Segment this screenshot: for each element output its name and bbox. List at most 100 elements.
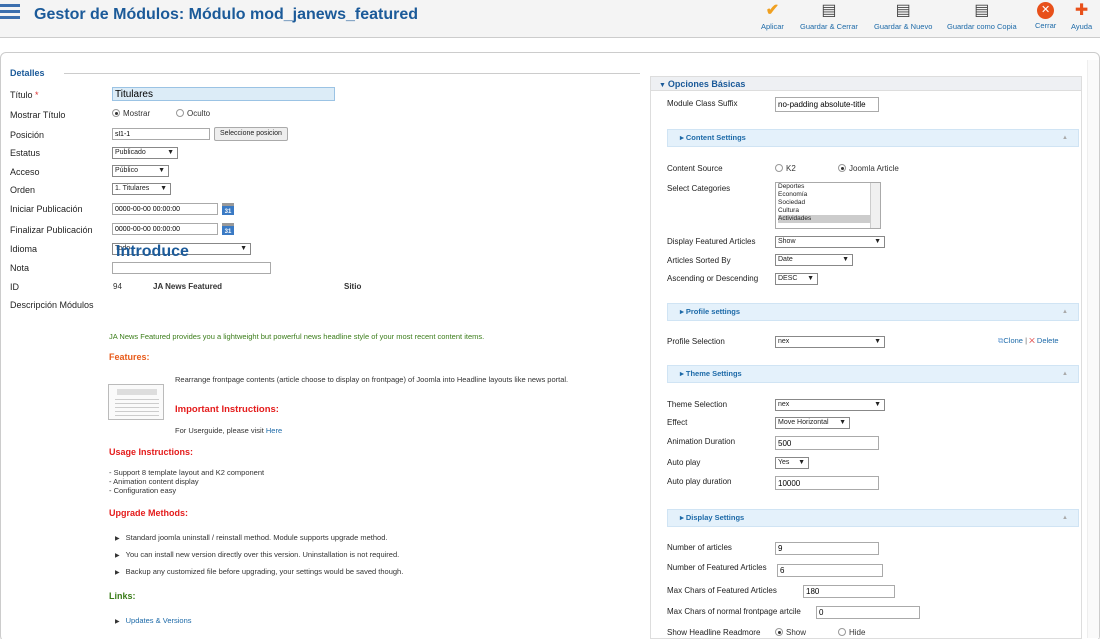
list-item[interactable]: Actividades: [778, 215, 880, 223]
theme-label: Theme Selection: [667, 400, 728, 409]
section-title: Profile settings: [685, 307, 741, 316]
publish-start-input[interactable]: [112, 203, 218, 215]
num-articles-input[interactable]: [775, 542, 879, 555]
updates-link[interactable]: Updates & Versions: [115, 616, 192, 625]
max-normal-input[interactable]: [816, 606, 920, 619]
text-line: [115, 407, 159, 408]
access-select[interactable]: Público ▼: [112, 165, 169, 177]
categories-listbox[interactable]: Deportes Economía Sociedad Cultura Activ…: [775, 182, 881, 229]
status-select[interactable]: Publicado ▼: [112, 147, 178, 159]
save-close-label: Guardar & Cerrar: [800, 22, 858, 31]
content-source-k2-radio[interactable]: K2: [775, 164, 796, 173]
readmore-show-radio[interactable]: Show: [775, 628, 806, 637]
note-input[interactable]: [112, 262, 271, 274]
sorted-by-select[interactable]: Date ▼: [775, 254, 853, 266]
clone-link[interactable]: Clone: [1003, 336, 1023, 345]
select-position-button[interactable]: Seleccione posicion: [214, 127, 288, 141]
save-close-button[interactable]: ▤ Guardar & Cerrar: [800, 2, 858, 31]
usage-item: - Support 8 template layout and K2 compo…: [109, 468, 265, 477]
page-scrollbar[interactable]: [1087, 60, 1099, 638]
section-title: Display Settings: [685, 513, 745, 522]
caret-down-icon: ▼: [160, 185, 167, 192]
content-source-joomla-radio[interactable]: Joomla Article: [838, 164, 899, 173]
list-item[interactable]: Sociedad: [778, 199, 880, 207]
list-item[interactable]: Deportes: [778, 183, 880, 191]
calendar-icon[interactable]: 31: [222, 223, 234, 235]
display-settings-section[interactable]: ▸ Display Settings ▲: [667, 509, 1079, 527]
num-articles-label: Number of articles: [667, 543, 732, 552]
effect-label: Effect: [667, 418, 688, 427]
radio-icon: [112, 109, 120, 117]
show-title-label: Mostrar Título: [10, 110, 66, 120]
content-source-label: Content Source: [667, 164, 723, 173]
apply-button[interactable]: ✔ Aplicar: [761, 2, 784, 31]
radio-label: Hide: [849, 628, 866, 637]
features-heading: Features:: [109, 352, 150, 362]
autoplay-label: Auto play: [667, 458, 701, 467]
text-line: [115, 399, 159, 400]
select-value: Move Horizontal: [778, 419, 829, 426]
theme-select[interactable]: nex ▼: [775, 399, 885, 411]
readmore-hide-radio[interactable]: Hide: [838, 628, 865, 637]
publish-end-input[interactable]: [112, 223, 218, 235]
list-item[interactable]: Cultura: [778, 207, 880, 215]
select-value: DESC: [778, 275, 798, 282]
theme-settings-section[interactable]: ▸ Theme Settings ▲: [667, 365, 1079, 383]
delete-link[interactable]: Delete: [1037, 336, 1059, 345]
show-title-radio-hide[interactable]: Oculto: [176, 109, 210, 118]
autoplay-select[interactable]: Yes ▼: [775, 457, 809, 469]
effect-select[interactable]: Move Horizontal ▼: [775, 417, 850, 429]
close-button[interactable]: ✕ Cerrar: [1035, 2, 1056, 30]
asc-desc-label: Ascending or Descending: [667, 274, 759, 283]
text-line: [115, 403, 159, 404]
show-title-radio-show[interactable]: Mostrar: [112, 109, 150, 118]
order-select[interactable]: 1. Titulares ▼: [112, 183, 171, 195]
profile-settings-section[interactable]: ▸ Profile settings ▲: [667, 303, 1079, 321]
sorted-by-label: Articles Sorted By: [667, 256, 731, 265]
collapse-icon: ▲: [1062, 309, 1068, 315]
scrollbar[interactable]: [870, 183, 880, 228]
calendar-icon[interactable]: 31: [222, 203, 234, 215]
content-settings-section[interactable]: ▸ Content Settings ▲: [667, 129, 1079, 147]
site-label: Sitio: [344, 282, 362, 291]
help-button[interactable]: ✚ Ayuda: [1071, 2, 1092, 31]
collapse-icon: ▲: [1062, 371, 1068, 377]
title-label-text: Título: [10, 90, 33, 100]
autoplay-duration-input[interactable]: [775, 476, 879, 490]
display-featured-select[interactable]: Show ▼: [775, 236, 885, 248]
profile-select[interactable]: nex ▼: [775, 336, 885, 348]
save-new-button[interactable]: ▤ Guardar & Nuevo: [874, 2, 932, 31]
publish-end-label: Finalizar Publicación: [10, 225, 93, 235]
save-copy-button[interactable]: ▤ Guardar como Copia: [947, 2, 1017, 31]
asc-desc-select[interactable]: DESC ▼: [775, 273, 818, 285]
userguide-text: For Userguide, please visit Here: [175, 426, 282, 435]
animation-duration-input[interactable]: [775, 436, 879, 450]
caret-down-icon: ▼: [167, 149, 174, 156]
select-value: 1. Titulares: [115, 185, 150, 192]
radio-icon: [775, 164, 783, 172]
access-label: Acceso: [10, 167, 40, 177]
text-line: [115, 411, 159, 412]
class-suffix-input[interactable]: [775, 97, 879, 112]
basic-options-panel: ▼ Opciones Básicas Module Class Suffix ▸…: [650, 76, 1082, 639]
radio-label: Joomla Article: [849, 164, 899, 173]
intro-text: JA News Featured provides you a lightwei…: [109, 332, 485, 341]
caret-down-icon: ▼: [839, 419, 846, 426]
important-heading: Important Instructions:: [175, 404, 279, 415]
close-label: Cerrar: [1035, 21, 1057, 30]
caret-down-icon: ▼: [874, 238, 881, 245]
position-input[interactable]: [112, 128, 210, 140]
list-item[interactable]: Economía: [778, 191, 880, 199]
section-title: Content Settings: [685, 133, 746, 142]
id-value: 94: [113, 282, 122, 291]
radio-icon: [176, 109, 184, 117]
userguide-link[interactable]: Here: [266, 426, 282, 435]
num-featured-input[interactable]: [777, 564, 883, 577]
max-featured-input[interactable]: [803, 585, 895, 598]
basic-options-header[interactable]: ▼ Opciones Básicas: [651, 77, 1081, 91]
select-value: nex: [778, 338, 790, 345]
readmore-label: Show Headline Readmore: [667, 628, 761, 637]
save-copy-label: Guardar como Copia: [947, 22, 1017, 31]
radio-label: Show: [786, 628, 807, 637]
title-input[interactable]: [112, 87, 335, 101]
